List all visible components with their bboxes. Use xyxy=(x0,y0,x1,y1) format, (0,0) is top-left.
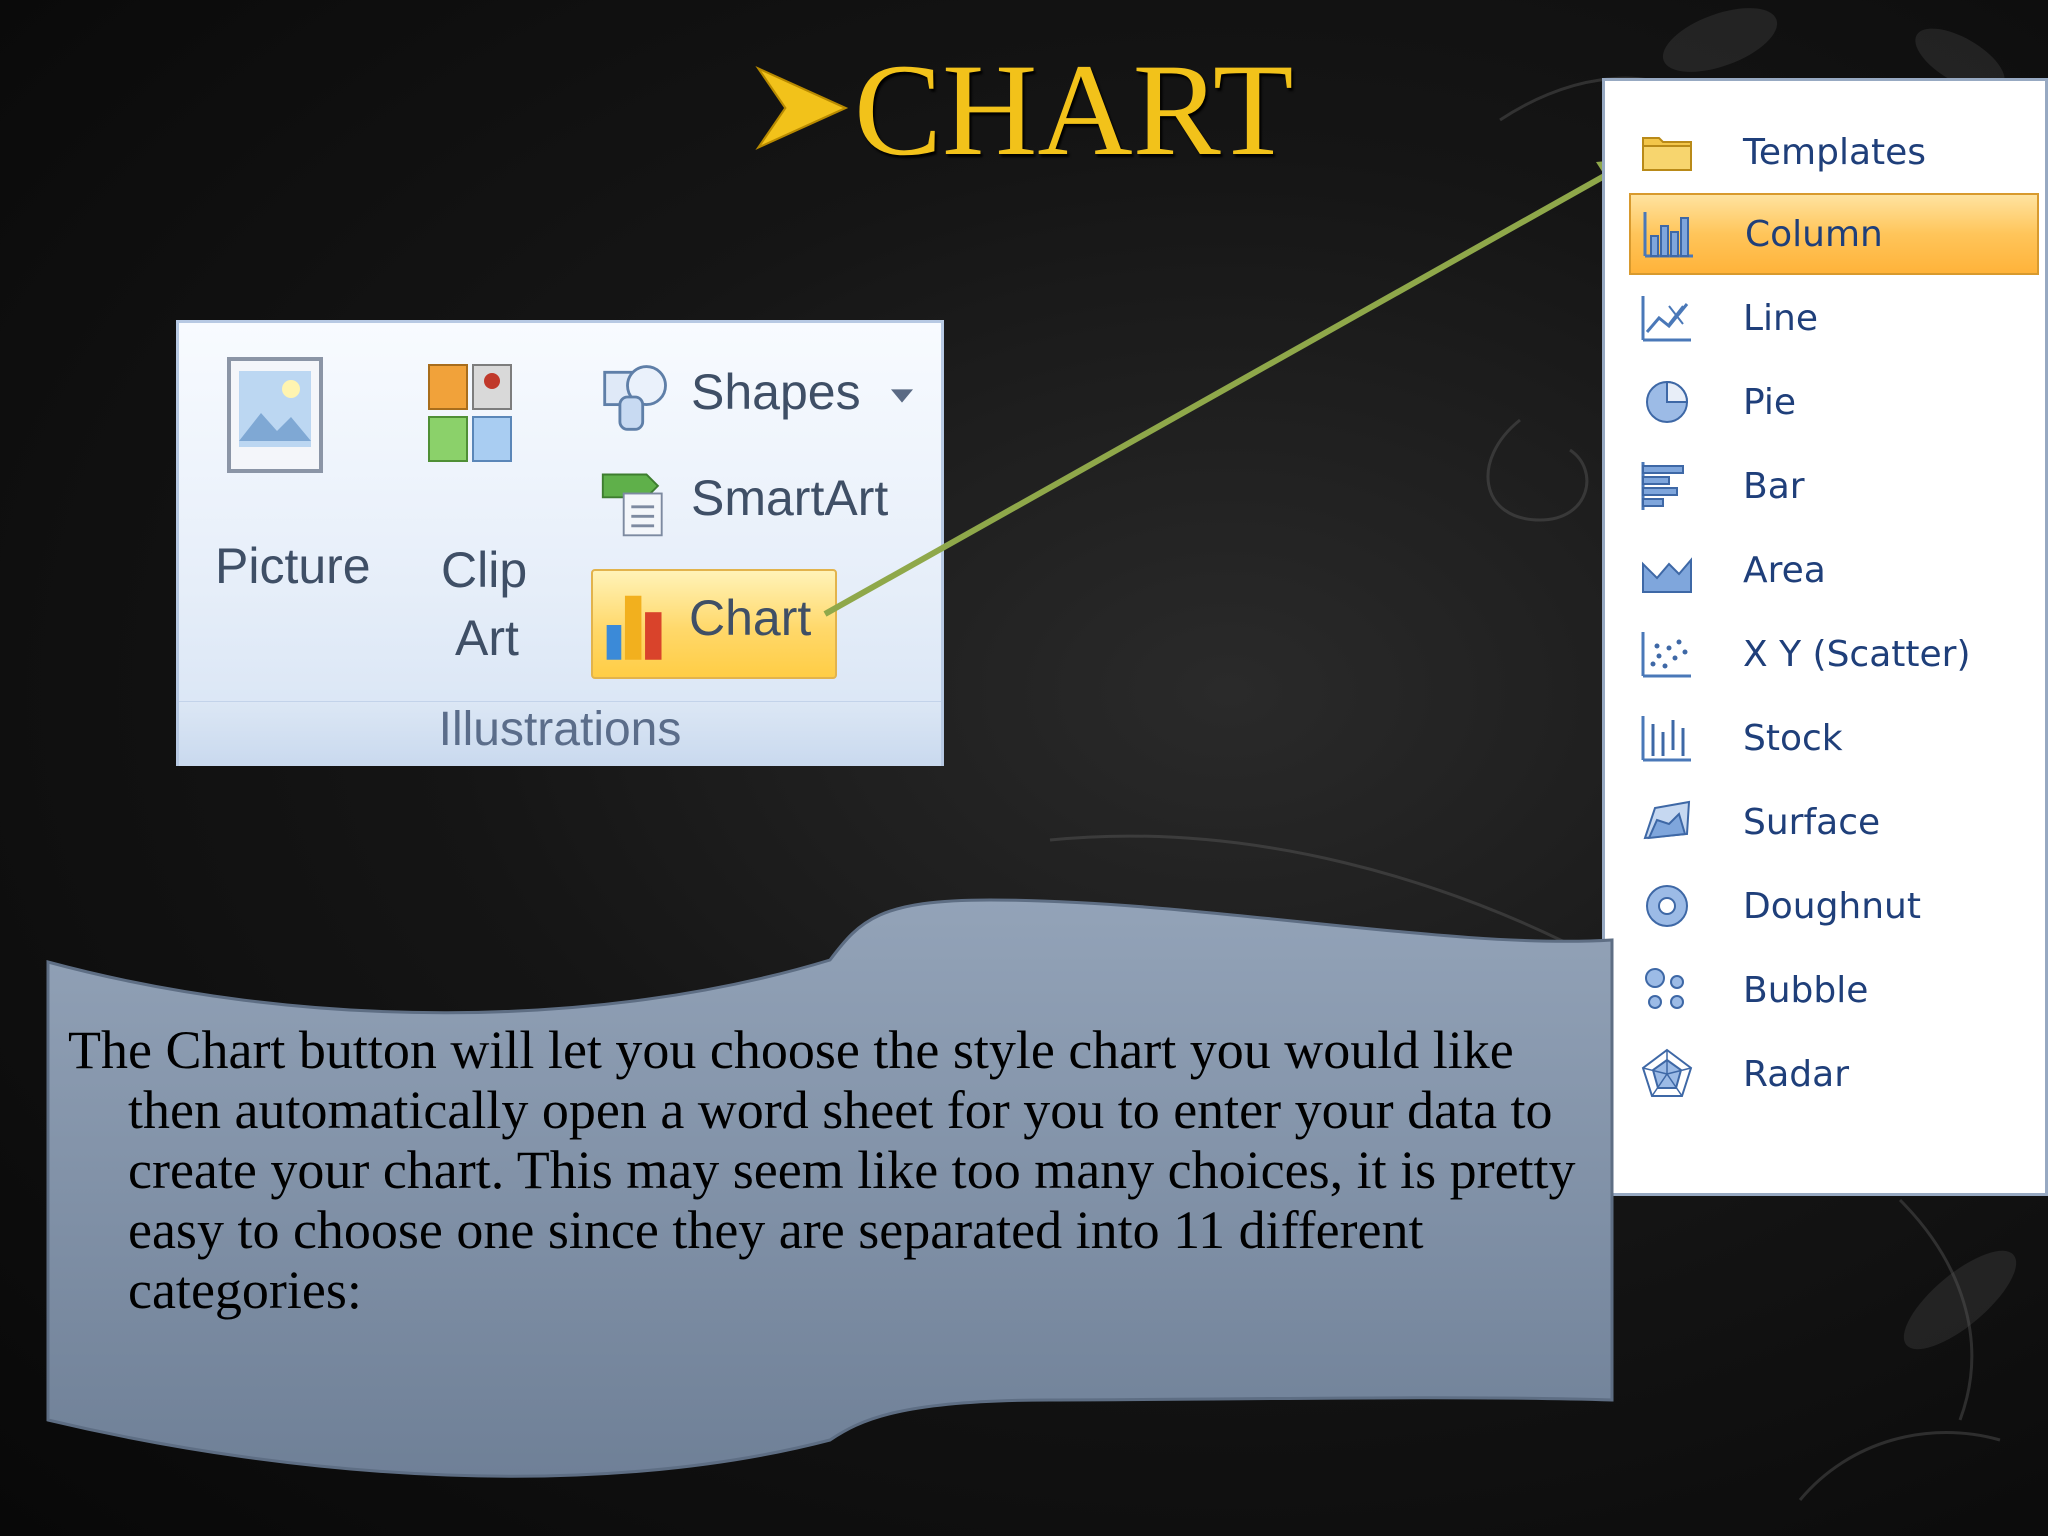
menu-item-line[interactable]: Line xyxy=(1629,277,2039,359)
area-chart-icon xyxy=(1639,542,1695,598)
menu-item-templates[interactable]: Templates xyxy=(1629,111,2039,193)
folder-icon xyxy=(1639,124,1695,180)
surface-chart-icon xyxy=(1639,794,1695,850)
menu-item-label: Pie xyxy=(1743,381,1797,423)
chart-type-menu: Templates Column Line Pie Bar Area X Y (… xyxy=(1602,78,2048,1196)
line-chart-icon xyxy=(1639,290,1695,346)
menu-item-label: Bar xyxy=(1743,465,1805,507)
menu-item-surface[interactable]: Surface xyxy=(1629,781,2039,863)
shapes-icon xyxy=(603,365,667,431)
menu-item-label: Surface xyxy=(1743,801,1881,843)
menu-item-bar[interactable]: Bar xyxy=(1629,445,2039,527)
clip-art-icon[interactable] xyxy=(427,363,513,463)
doughnut-chart-icon xyxy=(1639,878,1695,934)
menu-item-label: Stock xyxy=(1743,717,1843,759)
radar-chart-icon xyxy=(1639,1046,1695,1102)
menu-item-label: Column xyxy=(1745,213,1883,255)
menu-item-label: Doughnut xyxy=(1743,885,1921,927)
menu-item-label: X Y (Scatter) xyxy=(1743,633,1971,675)
stock-chart-icon xyxy=(1639,710,1695,766)
chart-icon xyxy=(606,595,662,660)
column-chart-icon xyxy=(1641,206,1697,262)
menu-item-scatter[interactable]: X Y (Scatter) xyxy=(1629,613,2039,695)
pie-chart-icon xyxy=(1639,374,1695,430)
clip-art-label-line2[interactable]: Art xyxy=(455,609,519,667)
picture-button-label[interactable]: Picture xyxy=(215,537,371,595)
menu-item-bubble[interactable]: Bubble xyxy=(1629,949,2039,1031)
clip-art-label-line1[interactable]: Clip xyxy=(441,541,527,599)
menu-item-pie[interactable]: Pie xyxy=(1629,361,2039,443)
menu-item-radar[interactable]: Radar xyxy=(1629,1033,2039,1115)
menu-item-area[interactable]: Area xyxy=(1629,529,2039,611)
illustrations-group-label: Illustrations xyxy=(179,701,941,766)
chart-button[interactable]: Chart xyxy=(591,569,837,679)
menu-item-stock[interactable]: Stock xyxy=(1629,697,2039,779)
smartart-button[interactable]: SmartArt xyxy=(599,469,939,539)
picture-icon[interactable] xyxy=(225,355,325,475)
smartart-icon xyxy=(601,473,663,537)
description-text: The Chart button will let you choose the… xyxy=(68,1020,1576,1320)
scatter-chart-icon xyxy=(1639,626,1695,682)
menu-item-doughnut[interactable]: Doughnut xyxy=(1629,865,2039,947)
chart-label: Chart xyxy=(689,590,812,646)
menu-item-column[interactable]: Column xyxy=(1629,193,2039,275)
illustrations-ribbon-group: Picture Clip Art Shapes SmartArt Chart I… xyxy=(176,320,944,766)
menu-item-label: Bubble xyxy=(1743,969,1869,1011)
arrow-bullet-icon xyxy=(750,56,854,160)
menu-item-label: Area xyxy=(1743,549,1826,591)
shapes-button[interactable]: Shapes xyxy=(599,359,939,439)
smartart-label: SmartArt xyxy=(691,470,889,526)
menu-item-label: Line xyxy=(1743,297,1819,339)
menu-item-label: Radar xyxy=(1743,1053,1849,1095)
slide-title-text: CHART xyxy=(854,36,1294,183)
bar-chart-icon xyxy=(1639,458,1695,514)
shapes-label: Shapes xyxy=(691,364,861,420)
menu-item-label: Templates xyxy=(1743,131,1927,173)
bubble-chart-icon xyxy=(1639,962,1695,1018)
slide-title: CHART xyxy=(750,40,1310,180)
dropdown-arrow-icon[interactable] xyxy=(891,389,913,403)
